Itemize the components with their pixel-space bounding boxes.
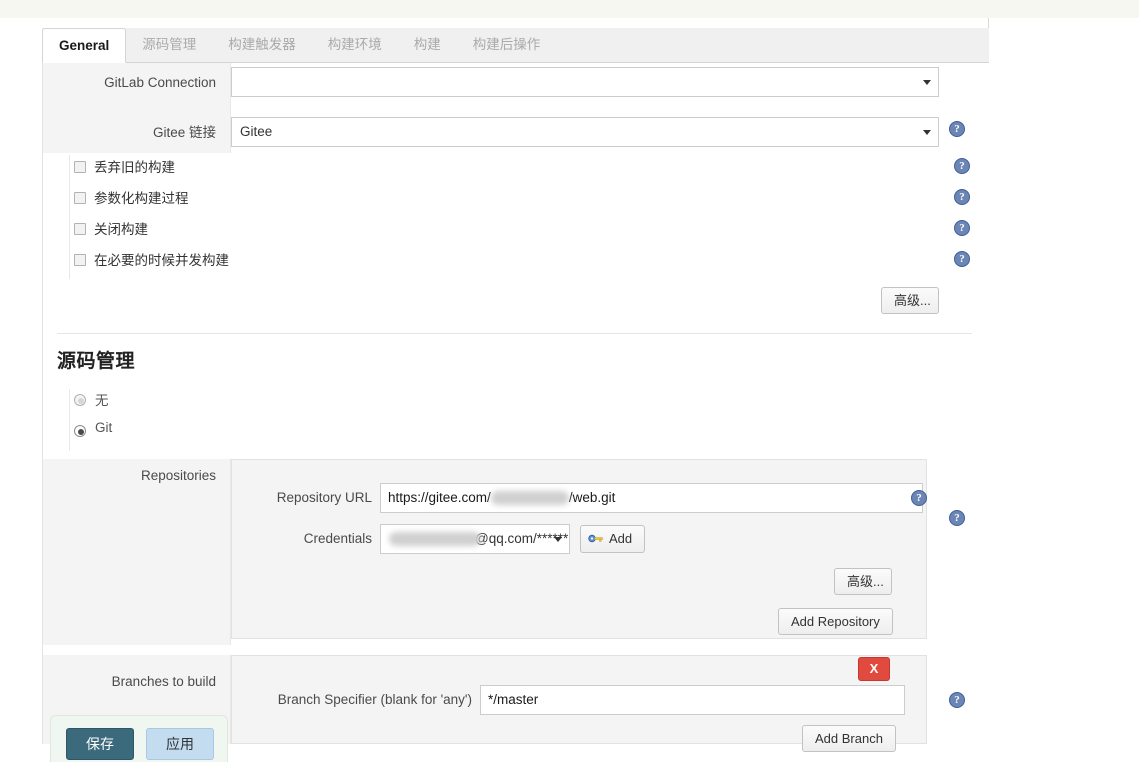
branch-panel: Branch Specifier (blank for 'any') */mas… (231, 655, 927, 752)
tab-build-environment-label: 构建环境 (327, 37, 382, 52)
repository-url-label: Repository URL (276, 490, 372, 505)
gitee-link-help-icon[interactable]: ? (949, 121, 965, 137)
parameterized-build-help-icon[interactable]: ? (954, 189, 970, 205)
branches-to-build-value-cell: Branch Specifier (blank for 'any') */mas… (231, 655, 965, 752)
tab-build-triggers[interactable]: 构建触发器 (212, 28, 312, 63)
branch-specifier-label: Branch Specifier (blank for 'any') (277, 692, 472, 707)
tab-build[interactable]: 构建 (398, 28, 457, 63)
radio-row-scm-git: Git (74, 420, 969, 451)
credentials-redaction (389, 532, 481, 547)
key-icon (588, 534, 603, 543)
tab-source-code-management[interactable]: 源码管理 (126, 28, 212, 63)
checkbox-parameterized-build-label[interactable]: 参数化构建过程 (94, 187, 189, 207)
checkbox-row-disable-build: 关闭构建 ? (74, 217, 970, 248)
config-tabbar: General 源码管理 构建触发器 构建环境 构建 构建后操作 (42, 28, 989, 63)
chevron-down-icon (923, 130, 931, 135)
radio-row-scm-none: 无 (74, 389, 969, 420)
tab-general[interactable]: General (42, 28, 127, 63)
repository-url-suffix: /web.git (568, 490, 616, 505)
gitlab-connection-value-cell (231, 67, 939, 97)
add-credentials-button[interactable]: Add (580, 525, 646, 553)
checkbox-discard-old-builds[interactable] (74, 161, 86, 173)
gitee-link-label-cell: Gitee 链接 (43, 105, 231, 153)
checkbox-disable-build-label[interactable]: 关闭构建 (94, 218, 148, 238)
checkbox-concurrent-builds-label[interactable]: 在必要的时候并发构建 (94, 249, 229, 269)
concurrent-builds-help-icon[interactable]: ? (954, 251, 970, 267)
repositories-label: Repositories (140, 468, 216, 483)
repository-url-prefix: https://gitee.com/ (388, 490, 491, 505)
add-repository-button[interactable]: Add Repository (778, 608, 893, 635)
page-left-gutter (0, 18, 42, 744)
repositories-value-cell: Repository URL https://gitee.com/ /web.gi… (231, 459, 965, 639)
page-top-strip-right (989, 0, 1139, 18)
gitlab-connection-select[interactable] (231, 67, 939, 97)
gitlab-connection-label: GitLab Connection (104, 75, 216, 90)
general-advanced-button[interactable]: 高级... (881, 287, 939, 314)
page-top-strip (0, 0, 1139, 18)
tab-general-label: General (59, 38, 110, 53)
general-checkbox-list: 丢弃旧的构建 ? 参数化构建过程 ? 关闭构建 ? 在必要的时候并发构建 ? (69, 155, 970, 279)
tab-build-environment[interactable]: 构建环境 (312, 28, 398, 63)
branch-specifier-input[interactable]: */master (480, 685, 905, 715)
radio-scm-git[interactable] (74, 425, 86, 437)
save-button[interactable]: 保存 (66, 728, 134, 760)
scm-section-divider (57, 333, 972, 334)
repository-url-help-icon[interactable]: ? (911, 490, 927, 506)
chevron-down-icon (554, 537, 562, 542)
add-credentials-label: Add (609, 531, 633, 546)
tab-build-label: 构建 (413, 37, 441, 52)
delete-branch-button[interactable]: X (858, 657, 890, 681)
repository-url-redaction (490, 491, 569, 506)
config-body: GitLab Connection Gitee 链接 Gitee ? 丢弃旧的构… (42, 63, 990, 752)
repositories-help-icon[interactable]: ? (949, 510, 965, 526)
radio-scm-git-label[interactable]: Git (95, 420, 112, 435)
repository-advanced-button[interactable]: 高级... (834, 568, 892, 595)
add-branch-button[interactable]: Add Branch (802, 725, 896, 752)
branch-specifier-help-icon[interactable]: ? (949, 692, 965, 708)
save-apply-bar: 保存 应用 (50, 715, 228, 762)
chevron-down-icon (923, 80, 931, 85)
gitee-link-label: Gitee 链接 (152, 125, 216, 140)
branches-to-build-label: Branches to build (111, 674, 216, 689)
tab-source-code-management-label: 源码管理 (142, 37, 197, 52)
disable-build-help-icon[interactable]: ? (954, 220, 970, 236)
tab-build-triggers-label: 构建触发器 (228, 37, 296, 52)
radio-scm-none-label[interactable]: 无 (95, 389, 109, 409)
checkbox-discard-old-builds-label[interactable]: 丢弃旧的构建 (94, 156, 175, 176)
gitee-link-selected-value: Gitee (240, 124, 273, 139)
checkbox-parameterized-build[interactable] (74, 192, 86, 204)
radio-scm-none[interactable] (74, 394, 86, 406)
scm-radio-group: 无 Git (69, 389, 969, 451)
repository-url-input[interactable]: https://gitee.com/ /web.git (380, 483, 923, 513)
apply-button[interactable]: 应用 (146, 728, 214, 760)
checkbox-row-parameterized-build: 参数化构建过程 ? (74, 186, 970, 217)
gitee-link-row: Gitee 链接 Gitee ? (43, 105, 990, 153)
branch-specifier-value: */master (488, 692, 539, 707)
checkbox-row-discard-old-builds: 丢弃旧的构建 ? (74, 155, 970, 186)
repositories-row: Repositories Repository URL https://gite… (43, 459, 990, 645)
general-checkbox-group: 丢弃旧的构建 ? 参数化构建过程 ? 关闭构建 ? 在必要的时候并发构建 ? (43, 155, 990, 279)
gitee-link-select[interactable]: Gitee (231, 117, 939, 147)
scm-section-heading: 源码管理 (57, 351, 136, 372)
tab-post-build-actions[interactable]: 构建后操作 (457, 28, 557, 63)
checkbox-disable-build[interactable] (74, 223, 86, 235)
repositories-label-cell: Repositories (43, 459, 231, 645)
gitlab-connection-label-cell: GitLab Connection (43, 63, 231, 105)
checkbox-row-concurrent-builds: 在必要的时候并发构建 ? (74, 248, 970, 279)
checkbox-concurrent-builds[interactable] (74, 254, 86, 266)
credentials-select[interactable]: @qq.com/****** (380, 524, 570, 554)
discard-old-builds-help-icon[interactable]: ? (954, 158, 970, 174)
tab-post-build-actions-label: 构建后操作 (472, 37, 541, 52)
job-config-page: General 源码管理 构建触发器 构建环境 构建 构建后操作 GitLab … (0, 18, 990, 762)
repository-panel: Repository URL https://gitee.com/ /web.gi… (231, 459, 927, 639)
credentials-label: Credentials (303, 531, 372, 546)
gitee-link-value-cell: Gitee (231, 117, 939, 147)
gitlab-connection-row: GitLab Connection (43, 63, 990, 105)
